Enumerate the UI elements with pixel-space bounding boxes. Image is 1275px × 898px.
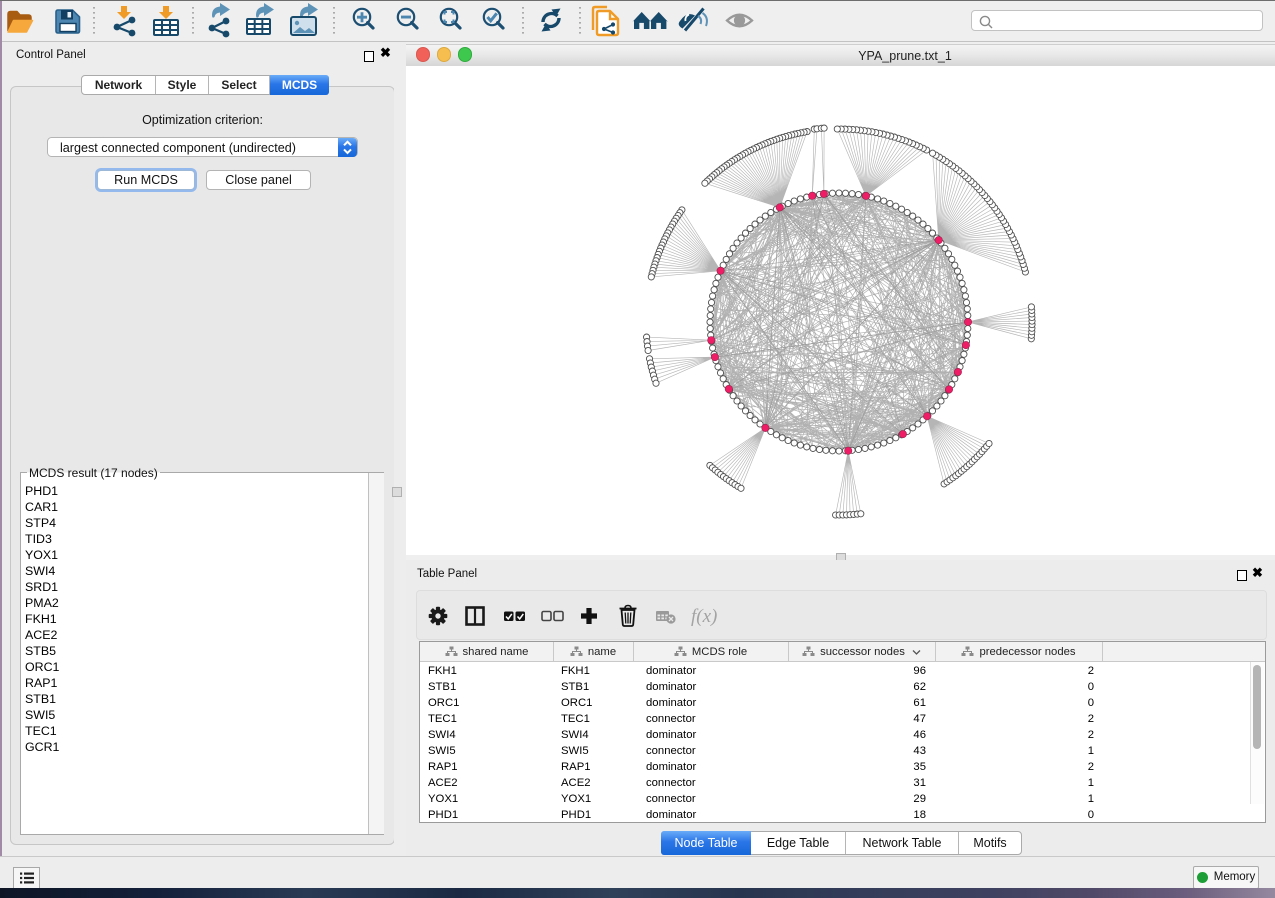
svg-text:f(x): f(x) [691,606,717,627]
